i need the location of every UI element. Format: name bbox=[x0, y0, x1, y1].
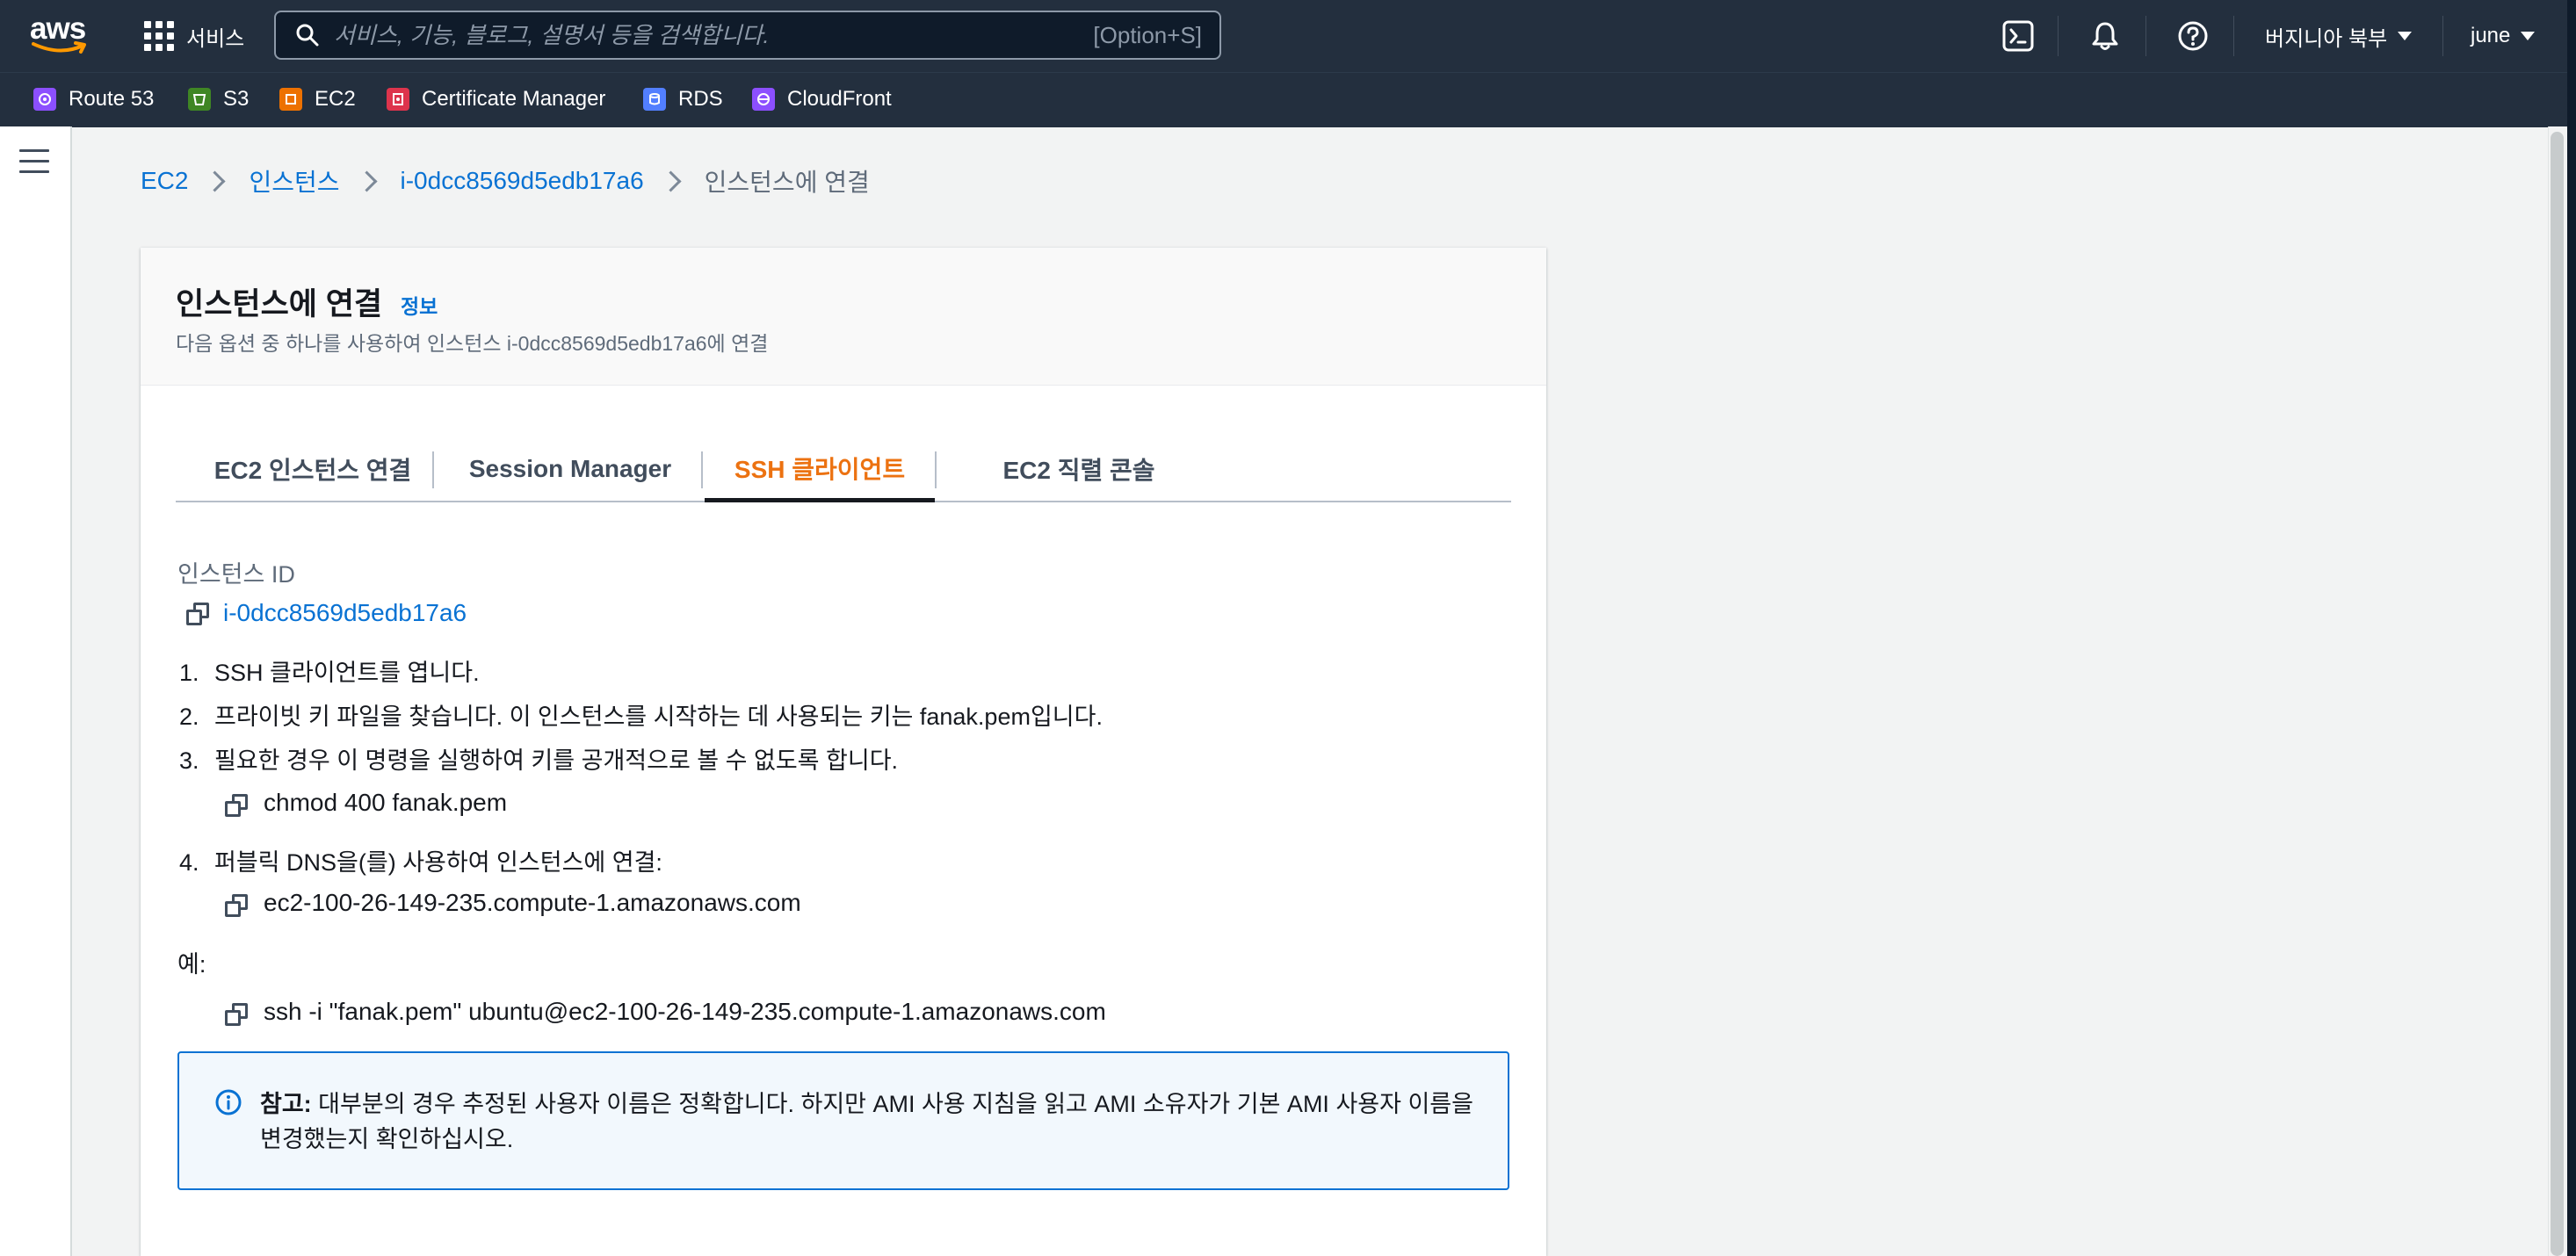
info-link[interactable]: 정보 bbox=[401, 290, 438, 320]
connection-method-tabs: EC2 인스턴스 연결 Session Manager SSH 클라이언트 EC… bbox=[176, 437, 1511, 502]
ec2-service-icon bbox=[279, 88, 302, 111]
tab-session-manager[interactable]: Session Manager bbox=[436, 437, 705, 501]
favorites-bar: Route 53 S3 EC2 Certificate Manager RDS … bbox=[0, 72, 2567, 127]
tab-ec2-serial-console[interactable]: EC2 직렬 콘솔 bbox=[938, 437, 1219, 501]
favorite-rds[interactable]: RDS bbox=[643, 85, 723, 113]
search-input[interactable] bbox=[332, 20, 1094, 50]
instruction-step: 2. 프라이빗 키 파일을 찾습니다. 이 인스턴스를 시작하는 데 사용되는 키… bbox=[179, 697, 1103, 732]
panel-header: 인스턴스에 연결 정보 다음 옵션 중 하나를 사용하여 인스턴스 i-0dcc… bbox=[141, 248, 1546, 386]
tab-divider bbox=[935, 451, 937, 488]
top-navigation: aws 서비스 [Option+S] bbox=[0, 0, 2567, 72]
copy-icon[interactable] bbox=[225, 794, 250, 819]
instruction-step: 1. SSH 클라이언트를 엽니다. bbox=[179, 653, 480, 688]
tab-ssh-client[interactable]: SSH 클라이언트 bbox=[705, 437, 935, 502]
favorite-label: Certificate Manager bbox=[422, 87, 606, 111]
caret-down-icon bbox=[2398, 32, 2413, 40]
nav-divider bbox=[2058, 16, 2059, 56]
public-dns-value: ec2-100-26-149-235.compute-1.amazonaws.c… bbox=[264, 889, 801, 916]
step-number: 4. bbox=[179, 849, 199, 876]
certificate-manager-service-icon bbox=[387, 88, 409, 111]
favorite-label: S3 bbox=[223, 87, 250, 111]
instance-id-value[interactable]: i-0dcc8569d5edb17a6 bbox=[223, 599, 467, 627]
tab-divider bbox=[701, 451, 703, 488]
note-text: 참고: 대부분의 경우 추정된 사용자 이름은 정확합니다. 하지만 AMI 사… bbox=[260, 1086, 1490, 1157]
search-icon bbox=[296, 24, 319, 47]
favorite-label: CloudFront bbox=[787, 87, 892, 111]
favorite-label: RDS bbox=[678, 87, 723, 111]
step-text: SSH 클라이언트를 엽니다. bbox=[214, 660, 480, 686]
instruction-step: 4. 퍼블릭 DNS을(를) 사용하여 인스턴스에 연결: bbox=[179, 843, 662, 877]
nav-divider bbox=[2145, 16, 2146, 56]
note-label: 참고: bbox=[260, 1091, 312, 1117]
copy-icon[interactable] bbox=[186, 603, 211, 627]
caret-down-icon bbox=[2521, 32, 2536, 40]
menu-hamburger-icon[interactable] bbox=[19, 149, 49, 174]
cloudshell-icon[interactable] bbox=[2001, 19, 2035, 53]
info-circle-icon bbox=[215, 1089, 242, 1115]
instance-id-label: 인스턴스 ID bbox=[177, 561, 295, 588]
aws-smile-icon bbox=[32, 41, 86, 54]
favorite-cloudfront[interactable]: CloudFront bbox=[752, 85, 892, 113]
page-title: 인스턴스에 연결 bbox=[176, 287, 383, 321]
breadcrumb-instances[interactable]: 인스턴스 bbox=[249, 163, 339, 199]
favorite-route53[interactable]: Route 53 bbox=[33, 85, 154, 113]
step-text: 필요한 경우 이 명령을 실행하여 키를 공개적으로 볼 수 없도록 합니다. bbox=[214, 747, 899, 774]
services-grid-icon bbox=[144, 21, 174, 51]
favorite-label: Route 53 bbox=[69, 87, 155, 111]
step-text: 프라이빗 키 파일을 찾습니다. 이 인스턴스를 시작하는 데 사용되는 키는 … bbox=[214, 704, 1103, 730]
search-shortcut-hint: [Option+S] bbox=[1093, 21, 1202, 48]
favorite-ec2[interactable]: EC2 bbox=[279, 85, 356, 113]
step-number: 1. bbox=[179, 660, 199, 686]
step-text: 퍼블릭 DNS을(를) 사용하여 인스턴스에 연결: bbox=[214, 849, 662, 876]
user-label: june bbox=[2471, 24, 2511, 47]
side-navigation-rail bbox=[0, 126, 72, 1256]
chevron-right-icon bbox=[660, 170, 682, 192]
step-number: 2. bbox=[179, 704, 199, 730]
ssh-example-command: ssh -i "fanak.pem" ubuntu@ec2-100-26-149… bbox=[264, 998, 1106, 1025]
aws-logo[interactable]: aws bbox=[30, 11, 91, 54]
account-menu[interactable]: june bbox=[2471, 19, 2536, 53]
example-label: 예: bbox=[177, 951, 206, 978]
breadcrumb-current: 인스턴스에 연결 bbox=[704, 169, 870, 196]
cloudfront-service-icon bbox=[752, 88, 775, 111]
favorite-s3[interactable]: S3 bbox=[188, 85, 249, 113]
global-search[interactable]: [Option+S] bbox=[274, 11, 1221, 60]
scrollbar-thumb[interactable] bbox=[2551, 132, 2564, 1256]
tab-ec2-instance-connect[interactable]: EC2 인스턴스 연결 bbox=[176, 437, 450, 501]
nav-divider bbox=[2442, 16, 2443, 56]
nav-divider bbox=[2233, 16, 2234, 56]
chevron-right-icon bbox=[204, 170, 226, 192]
page-description: 다음 옵션 중 하나를 사용하여 인스턴스 i-0dcc8569d5edb17a… bbox=[176, 332, 769, 355]
notifications-bell-icon[interactable] bbox=[2088, 19, 2122, 53]
copy-icon[interactable] bbox=[225, 894, 250, 919]
help-icon[interactable] bbox=[2176, 19, 2210, 53]
connect-instance-panel: 인스턴스에 연결 정보 다음 옵션 중 하나를 사용하여 인스턴스 i-0dcc… bbox=[141, 248, 1546, 1256]
breadcrumb-ec2[interactable]: EC2 bbox=[141, 167, 188, 195]
services-label: 서비스 bbox=[186, 26, 245, 51]
note-alert: 참고: 대부분의 경우 추정된 사용자 이름은 정확합니다. 하지만 AMI 사… bbox=[177, 1051, 1509, 1190]
favorite-certificate-manager[interactable]: Certificate Manager bbox=[387, 85, 605, 113]
breadcrumb: EC2 인스턴스 i-0dcc8569d5edb17a6 인스턴스에 연결 bbox=[141, 163, 870, 199]
favorite-label: EC2 bbox=[315, 87, 356, 111]
step-number: 3. bbox=[179, 747, 199, 774]
services-menu-button[interactable]: 서비스 bbox=[144, 19, 244, 53]
rds-service-icon bbox=[643, 88, 666, 111]
instruction-step: 3. 필요한 경우 이 명령을 실행하여 키를 공개적으로 볼 수 없도록 합니다… bbox=[179, 741, 898, 776]
region-selector[interactable]: 버지니아 북부 bbox=[2265, 19, 2413, 53]
copy-icon[interactable] bbox=[225, 1003, 250, 1028]
route53-service-icon bbox=[33, 88, 56, 111]
chevron-right-icon bbox=[355, 170, 378, 192]
chmod-command: chmod 400 fanak.pem bbox=[264, 789, 508, 816]
note-body: 대부분의 경우 추정된 사용자 이름은 정확합니다. 하지만 AMI 사용 지침… bbox=[260, 1091, 1473, 1152]
aws-logo-text: aws bbox=[30, 11, 86, 46]
window-edge bbox=[2567, 0, 2576, 1256]
breadcrumb-instance-id[interactable]: i-0dcc8569d5edb17a6 bbox=[401, 167, 644, 195]
s3-service-icon bbox=[188, 88, 211, 111]
tab-divider bbox=[432, 451, 434, 488]
region-label: 버지니아 북부 bbox=[2265, 26, 2388, 51]
